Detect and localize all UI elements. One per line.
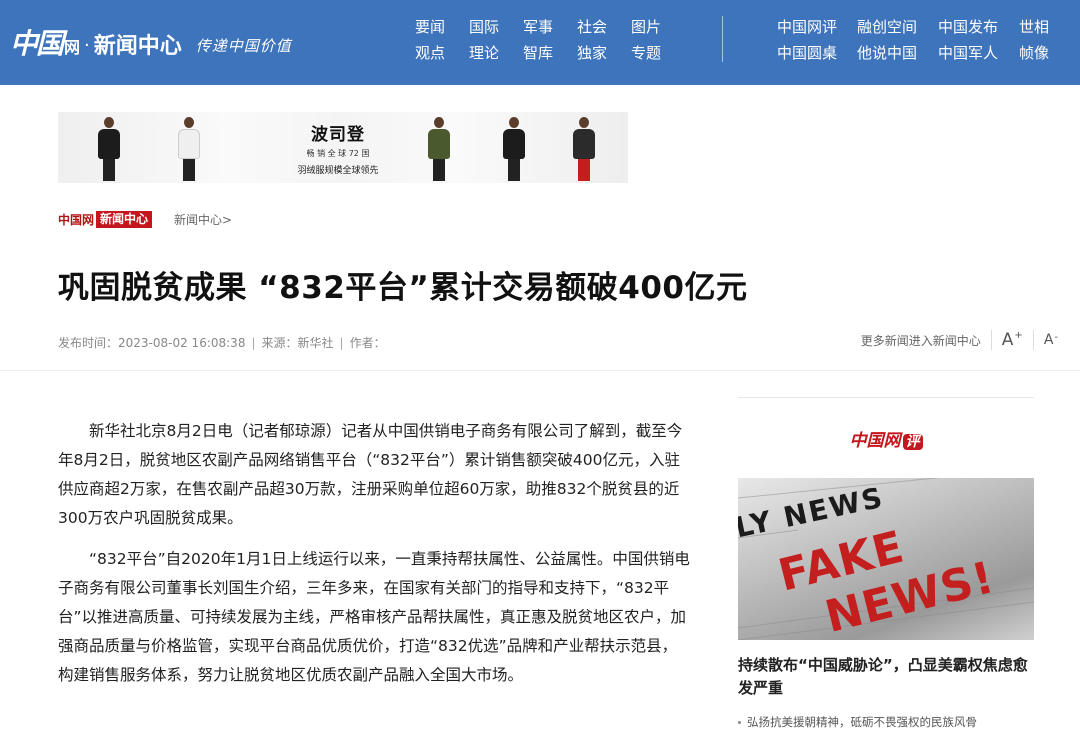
article-paragraph: 新华社北京8月2日电（记者郁琼源）记者从中国供销电子商务有限公司了解到，截至今年…: [58, 422, 683, 527]
publish-time: 发布时间：2023-08-02 16:08:38: [58, 336, 246, 350]
nav-item-shehui[interactable]: 社会: [577, 18, 631, 36]
logo-dot: ·: [84, 34, 90, 56]
breadcrumb-tag[interactable]: 新闻中心: [96, 210, 153, 228]
tools-divider: [1032, 330, 1034, 350]
breadcrumb: 中国网 新闻中心 新闻中心>: [58, 210, 232, 228]
sidebar-divider: [738, 397, 1034, 398]
nav-item-junren[interactable]: 中国军人: [938, 44, 1019, 62]
nav-item-zhiku[interactable]: 智库: [523, 44, 577, 62]
sidebar-logo-text: 中国网: [849, 431, 901, 451]
nav-item-junshi[interactable]: 军事: [523, 18, 577, 36]
nav-item-zhenxiang[interactable]: 帧像: [1019, 44, 1079, 62]
breadcrumb-link[interactable]: 新闻中心>: [174, 211, 232, 228]
article-title: 巩固脱贫成果 “832平台”累计交易额破400亿元: [58, 270, 748, 306]
ad-model-image: [178, 117, 200, 181]
nav-item-dujia[interactable]: 独家: [577, 44, 631, 62]
article-paragraph: “832平台”自2020年1月1日上线运行以来，一直秉持帮扶属性、公益属性。中国…: [58, 550, 690, 684]
nav-item-lilun[interactable]: 理论: [469, 44, 523, 62]
site-header: 中国 网 · 新闻中心 传递中国价值 要闻 国际 军事 社会 图片 观点 理论 …: [0, 0, 1080, 85]
ad-brand: 波司登: [311, 125, 365, 145]
sidebar-headline[interactable]: 持续散布“中国威胁论”，凸显美霸权焦虑愈发严重: [738, 654, 1034, 700]
ad-model-image: [503, 117, 525, 181]
site-logo[interactable]: 中国 网 · 新闻中心 传递中国价值: [10, 22, 292, 62]
font-increase-button[interactable]: A +: [1002, 330, 1023, 350]
ad-model-image: [573, 117, 595, 181]
logo-wang: 网: [64, 38, 81, 57]
article-meta: 发布时间：2023-08-02 16:08:38 | 来源：新华社 | 作者：: [58, 336, 386, 350]
nav-divider: [722, 16, 723, 62]
sidebar-list-item[interactable]: 弘扬抗美援朝精神，砥砺不畏强权的民族风骨: [738, 714, 1034, 730]
content-divider: [0, 370, 1080, 371]
nav-item-shixiang[interactable]: 世相: [1019, 18, 1079, 36]
nav-item-yaowen[interactable]: 要闻: [415, 18, 469, 36]
logo-slogan: 传递中国价值: [195, 36, 292, 55]
breadcrumb-site[interactable]: 中国网: [58, 211, 94, 228]
main-nav: 要闻 国际 军事 社会 图片 观点 理论 智库 独家 专题: [415, 18, 685, 62]
nav-item-yuanzhuo[interactable]: 中国圆桌: [777, 44, 857, 62]
logo-mark: 中国: [10, 27, 64, 60]
article-source: 来源：新华社: [261, 336, 334, 350]
logo-title: 新闻中心: [93, 34, 182, 59]
nav-item-guandian[interactable]: 观点: [415, 44, 469, 62]
article-tools: 更多新闻进入新闻中心 A + A-: [861, 330, 1058, 350]
banner-ad[interactable]: 波司登 畅 销 全 球 72 国 羽绒服规模全球领先: [58, 112, 628, 183]
nav-item-guoji[interactable]: 国际: [469, 18, 523, 36]
ad-model-image: [428, 117, 450, 181]
sidebar-logo[interactable]: 中国网评: [841, 426, 931, 451]
tools-divider: [990, 330, 992, 350]
fake-news-image[interactable]: LY NEWS FAKE NEWS!: [738, 478, 1034, 640]
extra-nav: 中国网评 融创空间 中国发布 世相 中国圆桌 他说中国 中国军人 帧像: [777, 18, 1079, 62]
article-body: 新华社北京8月2日电（记者郁琼源）记者从中国供销电子商务有限公司了解到，截至今年…: [58, 417, 690, 702]
nav-item-wangping[interactable]: 中国网评: [777, 18, 857, 36]
nav-item-tashuo[interactable]: 他说中国: [857, 44, 938, 62]
nav-item-fabu[interactable]: 中国发布: [938, 18, 1019, 36]
bullet-icon: [738, 720, 741, 724]
sidebar: 中国网评 LY NEWS FAKE NEWS! 持续散布“中国威胁论”，凸显美霸…: [738, 397, 1034, 730]
ad-text-block: 波司登 畅 销 全 球 72 国 羽绒服规模全球领先: [258, 120, 418, 176]
ad-line1: 畅 销 全 球 72 国: [306, 149, 370, 158]
ad-line2: 羽绒服规模全球领先: [297, 166, 379, 176]
sidebar-item-label: 弘扬抗美援朝精神，砥砺不畏强权的民族风骨: [747, 715, 977, 729]
sidebar-logo-badge: 评: [902, 434, 923, 450]
nav-item-zhuanti[interactable]: 专题: [631, 44, 685, 62]
ad-model-image: [98, 117, 120, 181]
nav-item-rongchuang[interactable]: 融创空间: [857, 18, 938, 36]
more-news-link[interactable]: 更多新闻进入新闻中心: [861, 332, 981, 349]
font-decrease-button[interactable]: A-: [1044, 332, 1058, 348]
nav-item-tupian[interactable]: 图片: [631, 18, 685, 36]
article-author: 作者：: [349, 336, 386, 350]
